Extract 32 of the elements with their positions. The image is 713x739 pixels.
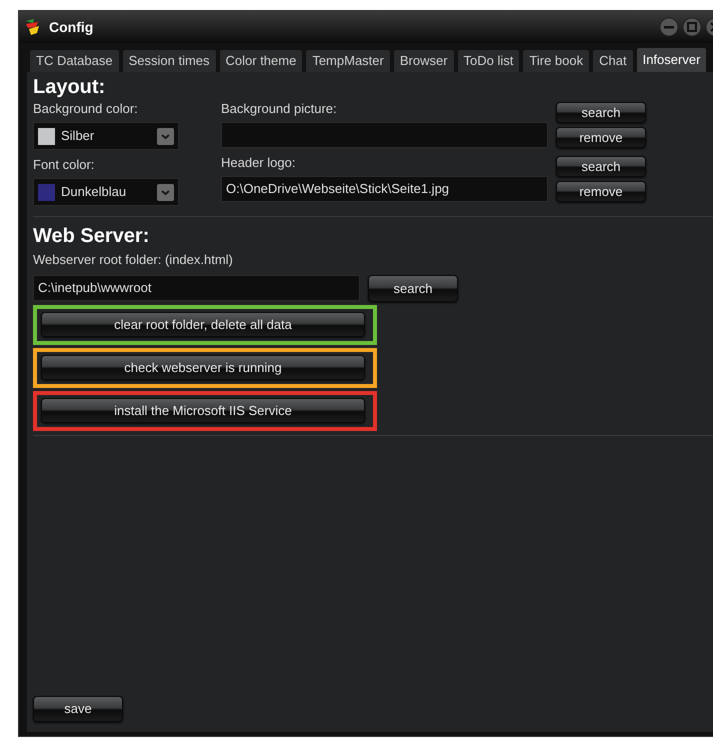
section-heading: Web Server: [33, 224, 150, 249]
tab[interactable]: Color theme [218, 49, 304, 72]
dropdown-value: Dunkelblau [61, 183, 126, 202]
tab[interactable]: ToDo list [456, 49, 520, 72]
tab[interactable]: Tire book [522, 49, 590, 72]
field-label: Header logo: [221, 154, 296, 172]
color-dropdown[interactable]: Silber [33, 122, 179, 150]
folder-field[interactable]: C:\inetpub\wwwroot [33, 275, 360, 301]
button[interactable]: check webserver is running [41, 355, 365, 380]
button[interactable]: search [556, 156, 646, 177]
field-label: Webserver root folder: (index.html) [33, 251, 234, 269]
button[interactable]: search [556, 102, 646, 123]
button[interactable]: remove [556, 127, 646, 148]
field-label: Font color: [33, 156, 96, 174]
color-dropdown[interactable]: Dunkelblau [33, 178, 179, 206]
tab[interactable]: Session times [122, 49, 217, 72]
field-label: Background color: [33, 100, 139, 118]
tab[interactable]: Browser [392, 49, 455, 72]
section-heading: Layout: [33, 75, 106, 100]
button[interactable]: clear root folder, delete all data [41, 312, 365, 337]
tab[interactable]: TC Database [29, 49, 120, 72]
window-title: Config [49, 18, 94, 37]
button[interactable]: install the Microsoft IIS Service [41, 398, 365, 423]
tab[interactable]: Chat [592, 49, 634, 72]
tab[interactable]: TempMaster [305, 49, 391, 72]
path-field[interactable]: O:\OneDrive\Webseite\Stick\Seite1.jpg [221, 176, 548, 202]
button[interactable]: save [33, 696, 123, 722]
button[interactable]: remove [556, 181, 646, 202]
field-label: Background picture: [221, 100, 338, 118]
dropdown-value: Silber [61, 127, 94, 146]
tab[interactable]: Infoserver [636, 47, 708, 72]
button[interactable]: search [368, 275, 458, 302]
